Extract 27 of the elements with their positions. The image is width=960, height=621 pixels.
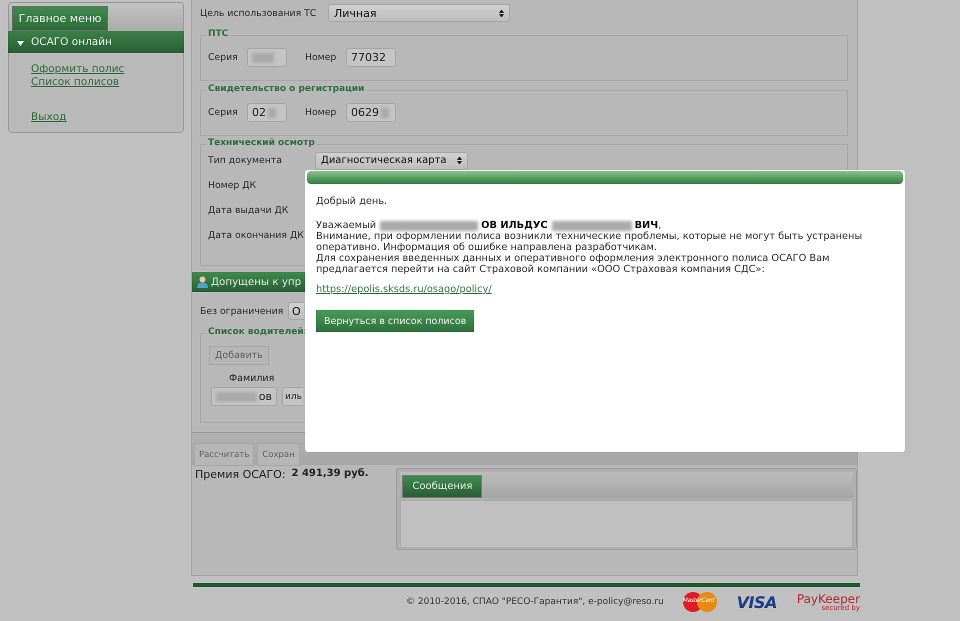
field-label: Без ограничения [200, 306, 284, 316]
message-paragraph: Внимание, при оформлении полиса возникли технические проблемы, которые не могут быть устранены оперативно. Информация об ошибке направлена разработчикам. [316, 231, 864, 253]
section-label: ОСАГО онлайн [31, 36, 112, 48]
fieldset-legend: ПТС [206, 29, 230, 39]
field-label: Дата окончания ДК [208, 230, 305, 241]
field-label: Номер [305, 52, 338, 63]
field-label: Номер ДК [208, 180, 258, 191]
premium-value: 2 491,39 руб. [292, 468, 368, 481]
premium-label: Премия ОСАГО: [195, 468, 286, 481]
message-paragraph: Для сохранения введенных данных и оперативного оформления электронного полиса ОСАГО Вам предлагается перейти на сайт Страховой компании «ООО Страховая компания СДС»: [316, 253, 831, 275]
salutation-text: Уважаемый [316, 220, 376, 231]
field-label: Серия [208, 107, 239, 118]
name-text: ОВ ИЛЬДУС [481, 220, 548, 231]
greeting-text: Добрый день. [316, 196, 388, 207]
field-label: Цель использования ТС [200, 8, 318, 18]
fieldset-legend: Свидетельство о регистрации [206, 84, 366, 94]
field-label: Номер [305, 107, 338, 118]
copyright-text: © 2010-2016, СПАО "РЕСО-Гарантия", e-policy@reso.ru [406, 597, 664, 607]
field-label: Серия [208, 52, 239, 63]
comma-text: , [658, 220, 662, 231]
fieldset-legend: Технический осмотр [206, 138, 317, 148]
section-title: Допущены к упр [211, 276, 302, 288]
card-logo: VISA [736, 592, 777, 612]
column-header: Фамилия [229, 373, 276, 384]
name-text: ВИЧ [634, 220, 658, 231]
field-label: Тип документа [208, 155, 283, 166]
field-label: Дата выдачи ДК [208, 205, 290, 216]
